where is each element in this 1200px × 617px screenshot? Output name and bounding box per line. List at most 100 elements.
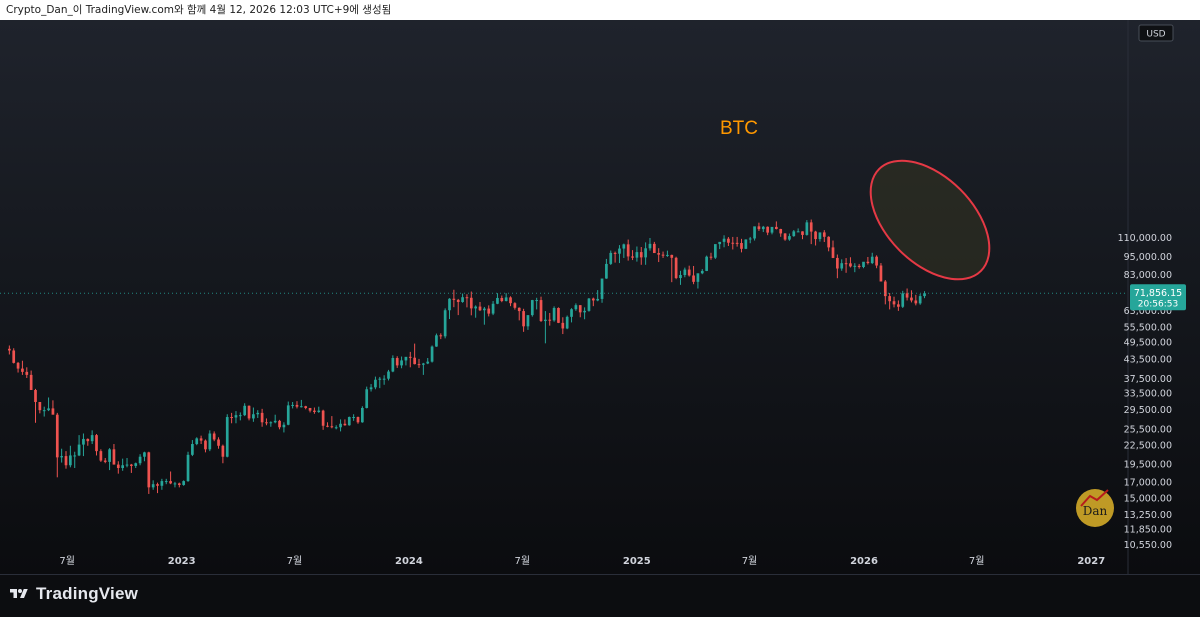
candle-body xyxy=(539,300,543,322)
candle-body xyxy=(21,368,24,372)
candle-body xyxy=(339,423,342,428)
candle-body xyxy=(138,456,142,464)
tradingview-wordmark: TradingView xyxy=(36,584,139,603)
y-tick-label: 17,000.00 xyxy=(1124,477,1172,488)
candle-body xyxy=(374,379,377,388)
candle-countdown: 20:56:53 xyxy=(1138,300,1178,310)
candle-body xyxy=(422,363,425,365)
candle-body xyxy=(509,297,512,304)
y-tick-label: 49,500.00 xyxy=(1124,338,1172,349)
candle-body xyxy=(757,226,761,230)
candle-body xyxy=(60,456,63,458)
candle-body xyxy=(313,410,316,412)
candle-body xyxy=(796,231,800,233)
candle-body xyxy=(679,275,682,279)
chart-caption-bar: Crypto_Dan_이 TradingView.com와 함께 4월 12, … xyxy=(0,0,1200,20)
candle-body xyxy=(696,273,700,282)
candle-body xyxy=(64,456,68,466)
candle-body xyxy=(753,226,756,239)
candle-body xyxy=(596,298,600,301)
y-tick-label: 13,250.00 xyxy=(1124,510,1172,521)
candle-body xyxy=(77,444,81,456)
candle-body xyxy=(853,265,857,267)
y-tick-label: 83,000.00 xyxy=(1124,270,1172,281)
candle-body xyxy=(439,335,443,337)
x-tick-label: 2025 xyxy=(623,556,651,567)
x-tick-label: 7월 xyxy=(514,555,530,567)
candle-body xyxy=(25,371,29,375)
candle-body xyxy=(618,248,621,254)
candle-body xyxy=(718,241,722,245)
candlestick-chart[interactable]: BTC110,000.0095,000.0083,000.0063,000.00… xyxy=(0,20,1200,574)
candle-body xyxy=(448,298,451,311)
candle-body xyxy=(173,483,177,485)
candle-body xyxy=(452,298,456,300)
candle-body xyxy=(177,483,181,485)
candle-body xyxy=(208,433,212,450)
candle-body xyxy=(55,414,59,458)
y-tick-label: 95,000.00 xyxy=(1124,252,1172,263)
candle-body xyxy=(73,455,77,457)
candle-body xyxy=(295,404,299,407)
candle-body xyxy=(395,358,399,366)
candle-body xyxy=(365,389,369,408)
chart-caption: Crypto_Dan_이 TradingView.com와 함께 4월 12, … xyxy=(6,4,392,16)
candle-body xyxy=(29,374,33,391)
candle-body xyxy=(513,303,517,308)
candle-body xyxy=(591,298,595,301)
tradingview-brand[interactable]: TradingView xyxy=(8,584,138,604)
candle-body xyxy=(857,265,861,268)
candle-body xyxy=(143,452,146,457)
candle-body xyxy=(400,360,403,366)
candle-body xyxy=(34,390,37,402)
candle-body xyxy=(147,452,151,488)
candle-body xyxy=(134,463,138,466)
x-tick-label: 7월 xyxy=(742,555,758,567)
currency-label: USD xyxy=(1146,30,1165,40)
candle-body xyxy=(103,460,107,462)
candle-body xyxy=(491,303,495,314)
candle-body xyxy=(430,346,434,362)
candle-body xyxy=(469,297,473,309)
candle-body xyxy=(252,414,255,419)
candle-body xyxy=(282,424,286,428)
candle-body xyxy=(892,301,896,305)
candle-body xyxy=(709,256,713,258)
candle-body xyxy=(99,451,103,461)
x-tick-label: 2023 xyxy=(168,556,196,567)
candle-body xyxy=(844,263,848,265)
x-tick-label: 7월 xyxy=(287,555,303,567)
candle-body xyxy=(90,435,94,442)
x-tick-label: 2024 xyxy=(395,556,423,567)
candle-body xyxy=(169,481,172,484)
candle-body xyxy=(879,265,883,282)
candle-body xyxy=(408,356,412,358)
candle-body xyxy=(483,308,486,311)
candle-body xyxy=(204,440,207,450)
candle-body xyxy=(740,242,743,249)
candle-body xyxy=(47,408,50,411)
candle-body xyxy=(544,319,547,322)
price-chart[interactable]: BTC 110,000.00 95,000.00 83,000.00 63,000.00… xyxy=(0,20,1200,574)
candle-body xyxy=(914,300,918,304)
candle-body xyxy=(814,231,817,240)
candle-body xyxy=(613,252,617,254)
candle-body xyxy=(225,417,229,457)
candle-body xyxy=(343,423,347,426)
candle-body xyxy=(500,297,504,302)
candle-body xyxy=(836,257,839,269)
candle-body xyxy=(657,253,661,255)
candle-body xyxy=(260,412,264,423)
candle-body xyxy=(687,269,691,276)
x-tick-label: 7월 xyxy=(59,555,75,567)
candle-body xyxy=(788,236,791,240)
candle-body xyxy=(238,415,242,417)
candle-body xyxy=(130,464,133,466)
candle-body xyxy=(609,252,613,264)
candle-body xyxy=(156,484,159,486)
candle-body xyxy=(840,263,844,269)
candle-body xyxy=(182,481,186,485)
candle-body xyxy=(827,236,831,248)
candle-body xyxy=(391,358,395,372)
candle-body xyxy=(731,242,735,244)
